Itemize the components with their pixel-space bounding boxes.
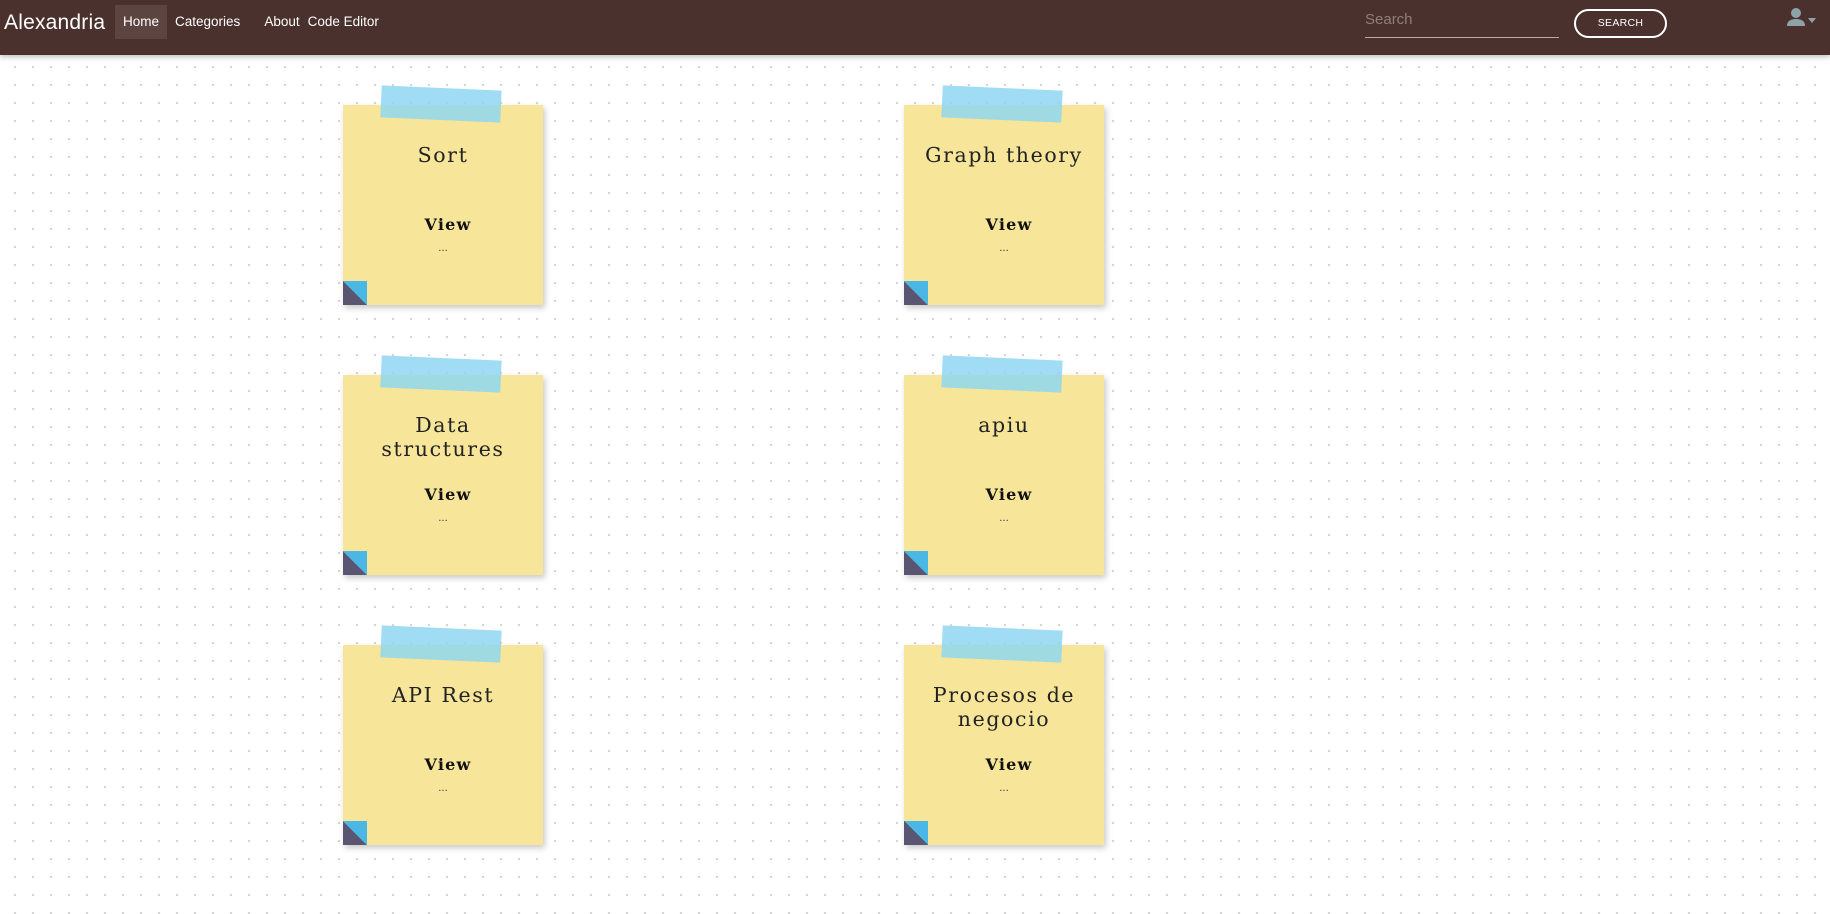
note-ellipsis: ... [999, 783, 1009, 794]
note-card: Data structures View ... [343, 355, 543, 575]
note-title: Graph theory [925, 143, 1083, 167]
caret-down-icon [1808, 18, 1816, 23]
note-ellipsis: ... [438, 513, 448, 524]
note-card: Graph theory View ... [904, 85, 1104, 305]
note-ellipsis: ... [999, 243, 1009, 254]
view-link[interactable]: View [944, 215, 1074, 234]
tape-strip [941, 85, 1063, 123]
view-link[interactable]: View [383, 215, 513, 234]
search-button[interactable]: SEARCH [1574, 9, 1667, 38]
tape-strip [380, 355, 502, 393]
note-title: API Rest [391, 683, 495, 707]
tape-strip [380, 625, 502, 663]
corner-fold-icon [904, 551, 928, 575]
note-title: Procesos de negocio [932, 683, 1076, 731]
top-navbar: Alexandria Home Categories About Code Ed… [0, 0, 1830, 55]
tape-strip [941, 625, 1063, 663]
nav-item-about[interactable]: About [256, 5, 299, 39]
search-input[interactable] [1365, 4, 1559, 34]
note-ellipsis: ... [438, 783, 448, 794]
brand-logo[interactable]: Alexandria [4, 11, 105, 35]
corner-fold-icon [343, 821, 367, 845]
note-ellipsis: ... [999, 513, 1009, 524]
note-card: Procesos de negocio View ... [904, 625, 1104, 845]
nav-item-categories[interactable]: Categories [167, 5, 248, 39]
corner-fold-icon [904, 281, 928, 305]
corner-fold-icon [343, 281, 367, 305]
note-card: API Rest View ... [343, 625, 543, 845]
search-field [1365, 4, 1559, 38]
view-link[interactable]: View [944, 485, 1074, 504]
user-menu-button[interactable] [1786, 7, 1820, 31]
nav-item-code-editor[interactable]: Code Editor [300, 5, 387, 39]
note-card: Sort View ... [343, 85, 543, 305]
view-link[interactable]: View [383, 485, 513, 504]
tape-strip [380, 85, 502, 123]
corner-fold-icon [904, 821, 928, 845]
tape-strip [941, 355, 1063, 393]
corner-fold-icon [343, 551, 367, 575]
note-title: apiu [978, 413, 1030, 437]
note-title: Data structures [381, 413, 505, 461]
note-title: Sort [417, 143, 469, 167]
nav-item-home[interactable]: Home [115, 5, 168, 39]
view-link[interactable]: View [944, 755, 1074, 774]
note-card: apiu View ... [904, 355, 1104, 575]
view-link[interactable]: View [383, 755, 513, 774]
nav-links: Home Categories About Code Editor [115, 5, 387, 39]
note-ellipsis: ... [438, 243, 448, 254]
